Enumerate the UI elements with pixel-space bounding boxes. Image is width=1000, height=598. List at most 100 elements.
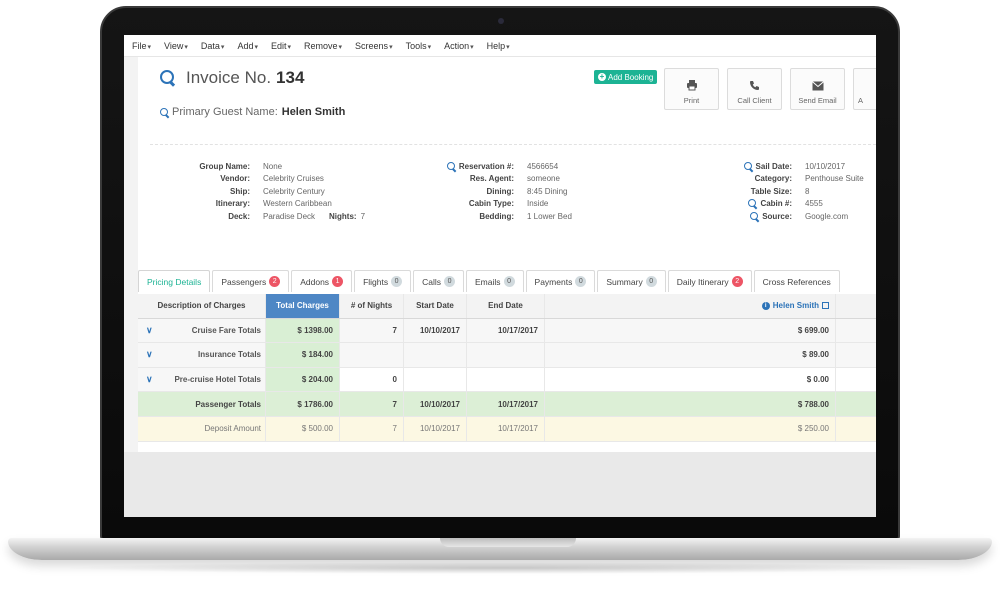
column-header[interactable]: # of Nights: [340, 294, 404, 318]
tab-summary[interactable]: Summary 0: [597, 270, 666, 292]
guest-column-header: i Helen Smith: [545, 294, 836, 318]
column-header[interactable]: Start Date: [404, 294, 467, 318]
send-email-button[interactable]: Send Email: [790, 68, 845, 110]
detail-cabin-number: Cabin #: 4555: [718, 198, 823, 211]
table-cell: [836, 392, 876, 416]
menu-action[interactable]: Action: [444, 41, 474, 51]
table-cell: 10/17/2017: [467, 416, 545, 441]
phone-icon: [728, 69, 781, 91]
detail-ship: Ship: Celebrity Century: [138, 185, 325, 198]
detail-label: Cabin Type:: [468, 199, 514, 209]
menu-data[interactable]: Data: [201, 41, 225, 51]
table-cell: $ 250.00: [545, 416, 836, 441]
table-cell: ∨ Cruise Fare Totals: [138, 318, 266, 343]
detail-itinerary: Itinerary: Western Caribbean: [138, 198, 332, 211]
menu-tools[interactable]: Tools: [406, 41, 432, 51]
detail-value: 10/10/2017: [805, 161, 846, 171]
tab-label: Calls: [422, 276, 442, 287]
deposit-amount-row: Deposit Amount $ 500.00 7 10/10/2017 10/…: [138, 416, 876, 442]
guest-column-name: Helen Smith: [772, 301, 819, 311]
table-row: ∨ Cruise Fare Totals $ 1398.00 7 10/10/20…: [138, 318, 876, 344]
invoice-prefix: Invoice No.: [186, 68, 272, 87]
tab-emails[interactable]: Emails 0: [466, 270, 524, 292]
search-icon[interactable]: [750, 211, 759, 221]
detail-category: Category: Penthouse Suite: [718, 173, 864, 186]
detail-value: 4566654: [527, 161, 559, 171]
count-badge: 0: [575, 276, 587, 287]
table-cell: $ 699.00: [545, 318, 836, 343]
chevron-down-icon[interactable]: ∨: [146, 325, 153, 336]
tab-label: Flights: [363, 276, 389, 287]
detail-label: Table Size:: [750, 186, 792, 196]
tab-payments[interactable]: Payments 0: [525, 270, 596, 292]
detail-deck: Deck: Paradise Deck Nights: 7: [138, 210, 365, 223]
tab-flights[interactable]: Flights 0: [354, 270, 412, 292]
invoice-tabs: Pricing Details Passengers 2 Addons 1 Flig…: [138, 270, 842, 292]
detail-value: someone: [527, 174, 560, 184]
column-header[interactable]: Total Charges: [266, 294, 340, 318]
table-row: ∨ Insurance Totals $ 184.00 $ 89.00: [138, 343, 876, 368]
print-label: Print: [683, 96, 700, 105]
call-client-button[interactable]: Call Client: [727, 68, 782, 110]
count-badge: 2: [269, 276, 281, 287]
detail-table-size: Table Size: 8: [718, 185, 810, 198]
table-cell: Passenger Totals: [138, 392, 266, 416]
tab-cross-references[interactable]: Cross References: [753, 270, 840, 292]
tab-passengers[interactable]: Passengers 2: [212, 270, 290, 292]
search-icon[interactable]: [160, 107, 169, 117]
detail-label: Itinerary:: [215, 199, 250, 209]
chevron-down-icon[interactable]: ∨: [146, 349, 153, 360]
menu-add[interactable]: Add: [237, 41, 258, 51]
detail-vendor: Vendor: Celebrity Cruises: [138, 173, 324, 186]
laptop-notch: [440, 538, 576, 547]
search-icon[interactable]: [743, 161, 753, 171]
tab-label: Addons: [300, 276, 330, 287]
table-cell: $ 1786.00: [266, 392, 340, 416]
tab-label: Emails: [475, 276, 501, 287]
table-cell: 7: [340, 416, 404, 441]
menu-view[interactable]: View: [164, 41, 188, 51]
detail-label: Group Name:: [199, 161, 250, 171]
tab-addons[interactable]: Addons 1: [291, 270, 353, 292]
menu-help[interactable]: Help: [487, 41, 510, 51]
guest-link[interactable]: i Helen Smith: [761, 301, 829, 311]
table-cell: 7: [340, 318, 404, 343]
more-tool-button[interactable]: A: [853, 68, 876, 110]
detail-bedding: Bedding: 1 Lower Bed: [434, 210, 572, 223]
chevron-down-icon[interactable]: ∨: [146, 374, 153, 385]
tab-daily-itinerary[interactable]: Daily Itinerary 2: [667, 270, 752, 292]
search-icon[interactable]: [748, 199, 757, 208]
print-button[interactable]: Print: [664, 68, 719, 110]
detail-sail-date: Sail Date: 10/10/2017: [718, 160, 845, 173]
column-header[interactable]: Description of Charges: [138, 294, 266, 318]
detail-value: 1 Lower Bed: [527, 211, 572, 221]
count-badge: 1: [332, 276, 344, 287]
detail-group-name: Group Name: None: [138, 160, 282, 173]
menu-file[interactable]: File: [132, 41, 151, 51]
primary-guest-label: Primary Guest Name:: [172, 106, 278, 118]
table-cell: [836, 319, 876, 343]
menu-screens[interactable]: Screens: [355, 41, 393, 51]
column-header[interactable]: End Date: [467, 294, 545, 318]
primary-guest: Primary Guest Name: Helen Smith: [160, 106, 345, 118]
detail-label: Dining:: [486, 186, 514, 196]
detail-value: Inside: [527, 199, 549, 209]
tab-pricing-details[interactable]: Pricing Details: [138, 270, 211, 292]
search-icon[interactable]: [160, 70, 176, 86]
detail-label: Sail Date:: [755, 161, 792, 171]
detail-value: 7: [360, 211, 366, 221]
tab-label: Summary: [606, 276, 643, 287]
table-cell: $ 184.00: [266, 343, 340, 367]
search-icon[interactable]: [446, 161, 456, 171]
primary-guest-name: Helen Smith: [281, 106, 346, 118]
add-booking-button[interactable]: + Add Booking: [594, 70, 658, 84]
tab-calls[interactable]: Calls 0: [413, 270, 465, 292]
detail-cabin-type: Cabin Type: Inside: [434, 198, 549, 211]
table-cell: [836, 343, 876, 367]
detail-label: Deck:: [228, 211, 250, 221]
detail-label: Cabin #:: [760, 199, 792, 209]
table-cell: $ 788.00: [545, 392, 836, 416]
external-link-icon: [822, 302, 829, 310]
menu-edit[interactable]: Edit: [271, 41, 291, 51]
menu-remove[interactable]: Remove: [304, 41, 342, 51]
